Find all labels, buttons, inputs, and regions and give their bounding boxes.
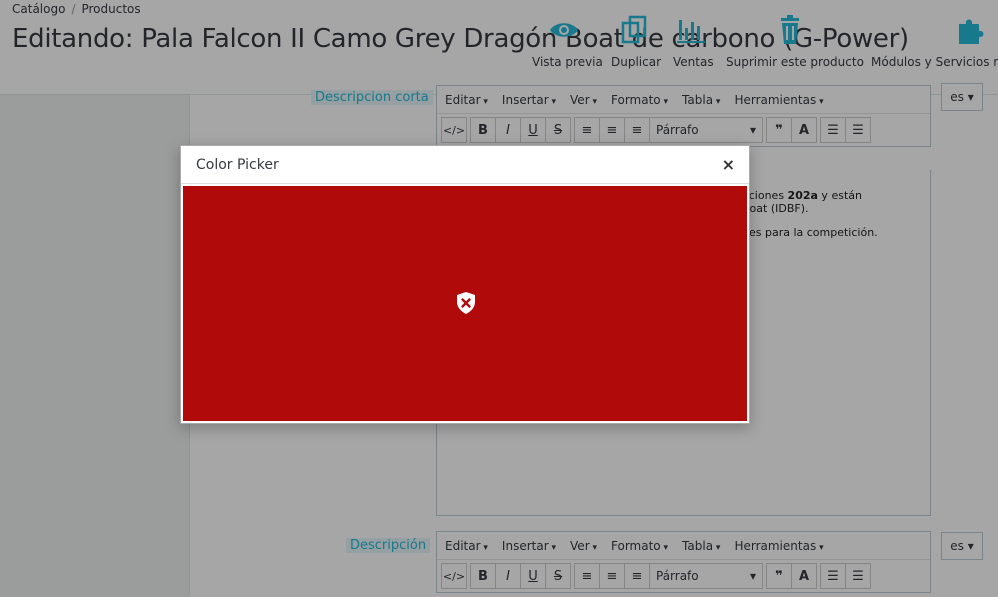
color-picker-modal: Color Picker ×	[180, 145, 750, 424]
modal-header: Color Picker ×	[181, 146, 749, 184]
blocked-shield-icon	[457, 292, 475, 314]
modal-title: Color Picker	[196, 156, 279, 173]
close-button[interactable]: ×	[722, 155, 735, 174]
blocked-content-frame	[183, 186, 747, 421]
